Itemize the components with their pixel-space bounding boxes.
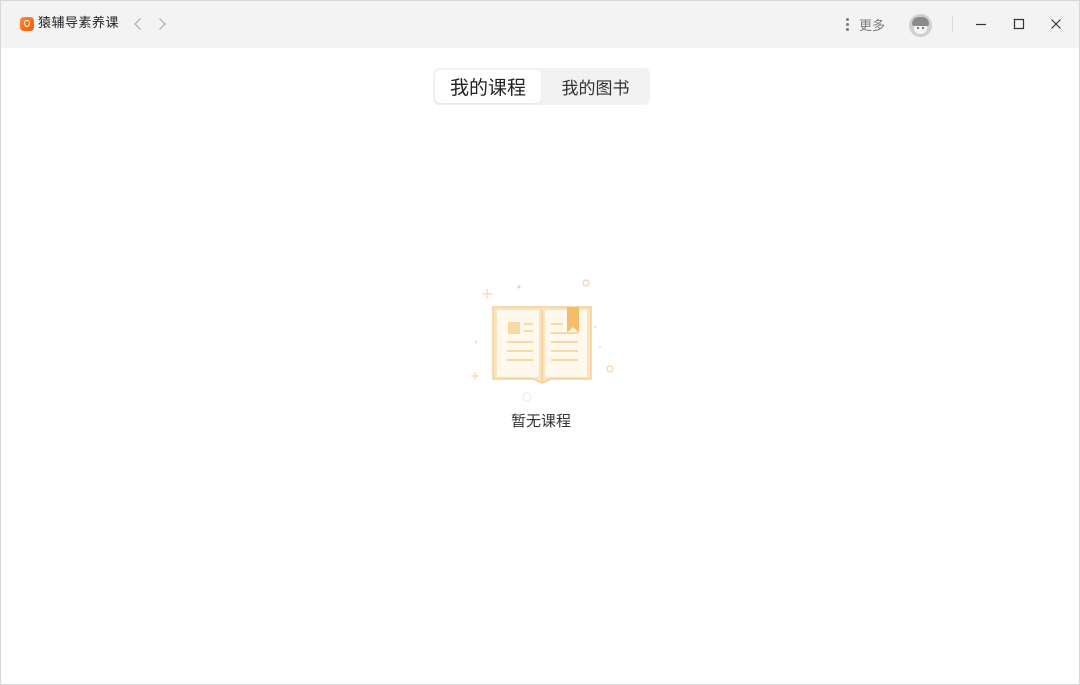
- close-button[interactable]: [1045, 13, 1067, 35]
- content-tabs: 我的课程 我的图书: [433, 68, 650, 105]
- titlebar-divider: [952, 16, 953, 32]
- app-window: 猿辅导素养课 更多 我的课程 我的图书 暂无课程: [0, 0, 1080, 685]
- vertical-dots-icon: [843, 16, 851, 32]
- maximize-button[interactable]: [1008, 13, 1030, 35]
- minimize-icon: [976, 23, 986, 26]
- close-icon: [1051, 19, 1061, 29]
- minimize-button[interactable]: [970, 13, 992, 35]
- open-book-icon: [471, 279, 614, 402]
- back-button[interactable]: [128, 14, 148, 34]
- chevron-right-icon: [159, 18, 166, 30]
- chevron-left-icon: [134, 18, 141, 30]
- app-title: 猿辅导素养课: [38, 16, 120, 31]
- more-label: 更多: [859, 18, 886, 34]
- user-avatar-icon[interactable]: [909, 14, 932, 37]
- empty-state-message: 暂无课程: [510, 412, 571, 430]
- title-bar: 猿辅导素养课 更多: [1, 1, 1079, 48]
- more-button[interactable]: 更多: [843, 14, 885, 34]
- maximize-icon: [1013, 18, 1025, 30]
- tab-my-books[interactable]: 我的图书: [543, 70, 648, 103]
- forward-button[interactable]: [152, 14, 172, 34]
- ape-logo-icon: [20, 17, 34, 31]
- tab-my-courses[interactable]: 我的课程: [435, 70, 541, 103]
